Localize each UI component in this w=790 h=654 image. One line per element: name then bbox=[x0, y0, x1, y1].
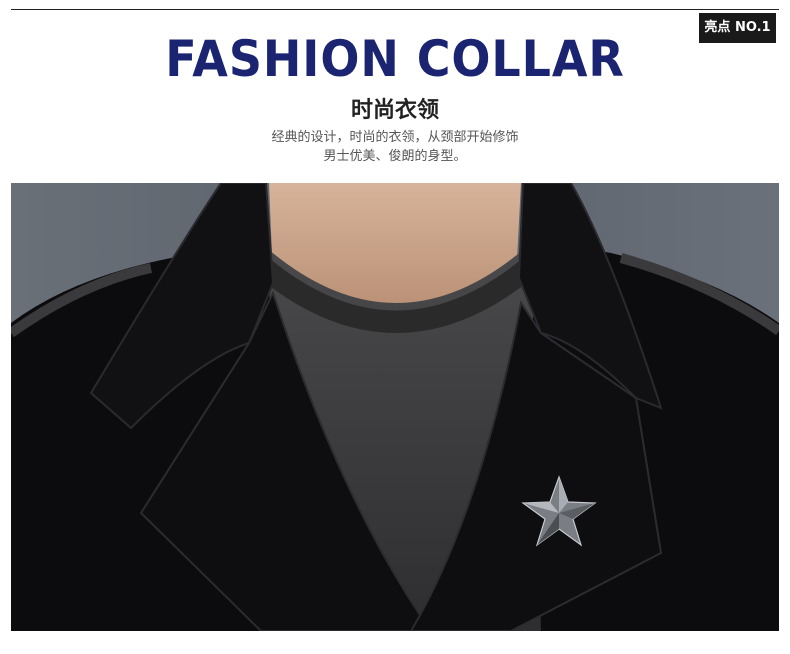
top-divider bbox=[11, 9, 779, 10]
description-line-2: 男士优美、俊朗的身型。 bbox=[323, 149, 467, 164]
page-title: FASHION COLLAR bbox=[165, 30, 625, 88]
description: 经典的设计，时尚的衣领，从颈部开始修饰 男士优美、俊朗的身型。 bbox=[0, 128, 790, 166]
description-line-1: 经典的设计，时尚的衣领，从颈部开始修饰 bbox=[271, 130, 519, 145]
collar-photo-illustration bbox=[11, 183, 779, 631]
page-subtitle: 时尚衣领 bbox=[350, 98, 439, 123]
product-photo bbox=[11, 183, 779, 631]
